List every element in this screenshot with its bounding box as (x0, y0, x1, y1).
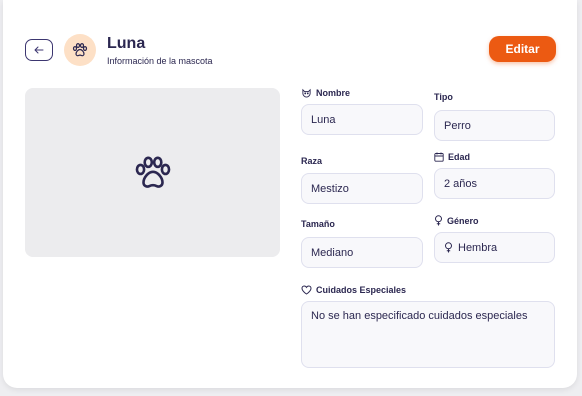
cuidados-value: No se han especificado cuidados especial… (311, 310, 528, 322)
paw-icon (72, 43, 88, 57)
avatar (64, 34, 96, 66)
genero-label-text: Género (447, 215, 479, 226)
page-subtitle: Información de la mascota (107, 56, 213, 66)
back-button[interactable] (25, 39, 53, 61)
tipo-field[interactable]: Perro (434, 110, 555, 141)
tamano-value: Mediano (311, 246, 354, 259)
nombre-label-text: Nombre (316, 88, 351, 98)
edad-label-text: Edad (448, 152, 471, 162)
raza-label: Raza (301, 156, 322, 166)
paw-icon (134, 155, 172, 190)
tamano-label: Tamaño (301, 219, 335, 229)
nombre-label: Nombre (301, 88, 350, 98)
nombre-value: Luna (311, 113, 336, 126)
genero-value: Hembra (458, 241, 498, 254)
female-icon (434, 215, 443, 226)
cuidados-label: Cuidados Especiales (301, 285, 406, 295)
nombre-field[interactable]: Luna (301, 104, 423, 135)
calendar-icon (434, 152, 444, 162)
arrow-left-icon (34, 46, 44, 54)
edad-value: 2 años (444, 177, 478, 190)
heart-icon (301, 285, 312, 295)
tipo-value: Perro (444, 119, 471, 132)
edit-button[interactable]: Editar (489, 36, 556, 62)
edad-label: Edad (434, 152, 470, 162)
raza-field[interactable]: Mestizo (301, 173, 423, 204)
genero-field[interactable]: Hembra (434, 232, 555, 263)
raza-value: Mestizo (311, 182, 349, 195)
edad-field[interactable]: 2 años (434, 168, 555, 199)
cuidados-label-text: Cuidados Especiales (316, 285, 407, 295)
raza-label-text: Raza (301, 156, 323, 166)
female-icon (444, 242, 453, 253)
page-title: Luna (107, 35, 146, 52)
pet-photo-placeholder (25, 88, 280, 257)
tamano-label-text: Tamaño (301, 219, 335, 229)
tamano-field[interactable]: Mediano (301, 237, 423, 268)
tipo-label: Tipo (434, 92, 453, 102)
genero-label: Género (434, 215, 479, 226)
cuidados-textarea[interactable]: No se han especificado cuidados especial… (301, 301, 555, 368)
dog-icon (301, 88, 312, 98)
tipo-label-text: Tipo (434, 92, 453, 102)
